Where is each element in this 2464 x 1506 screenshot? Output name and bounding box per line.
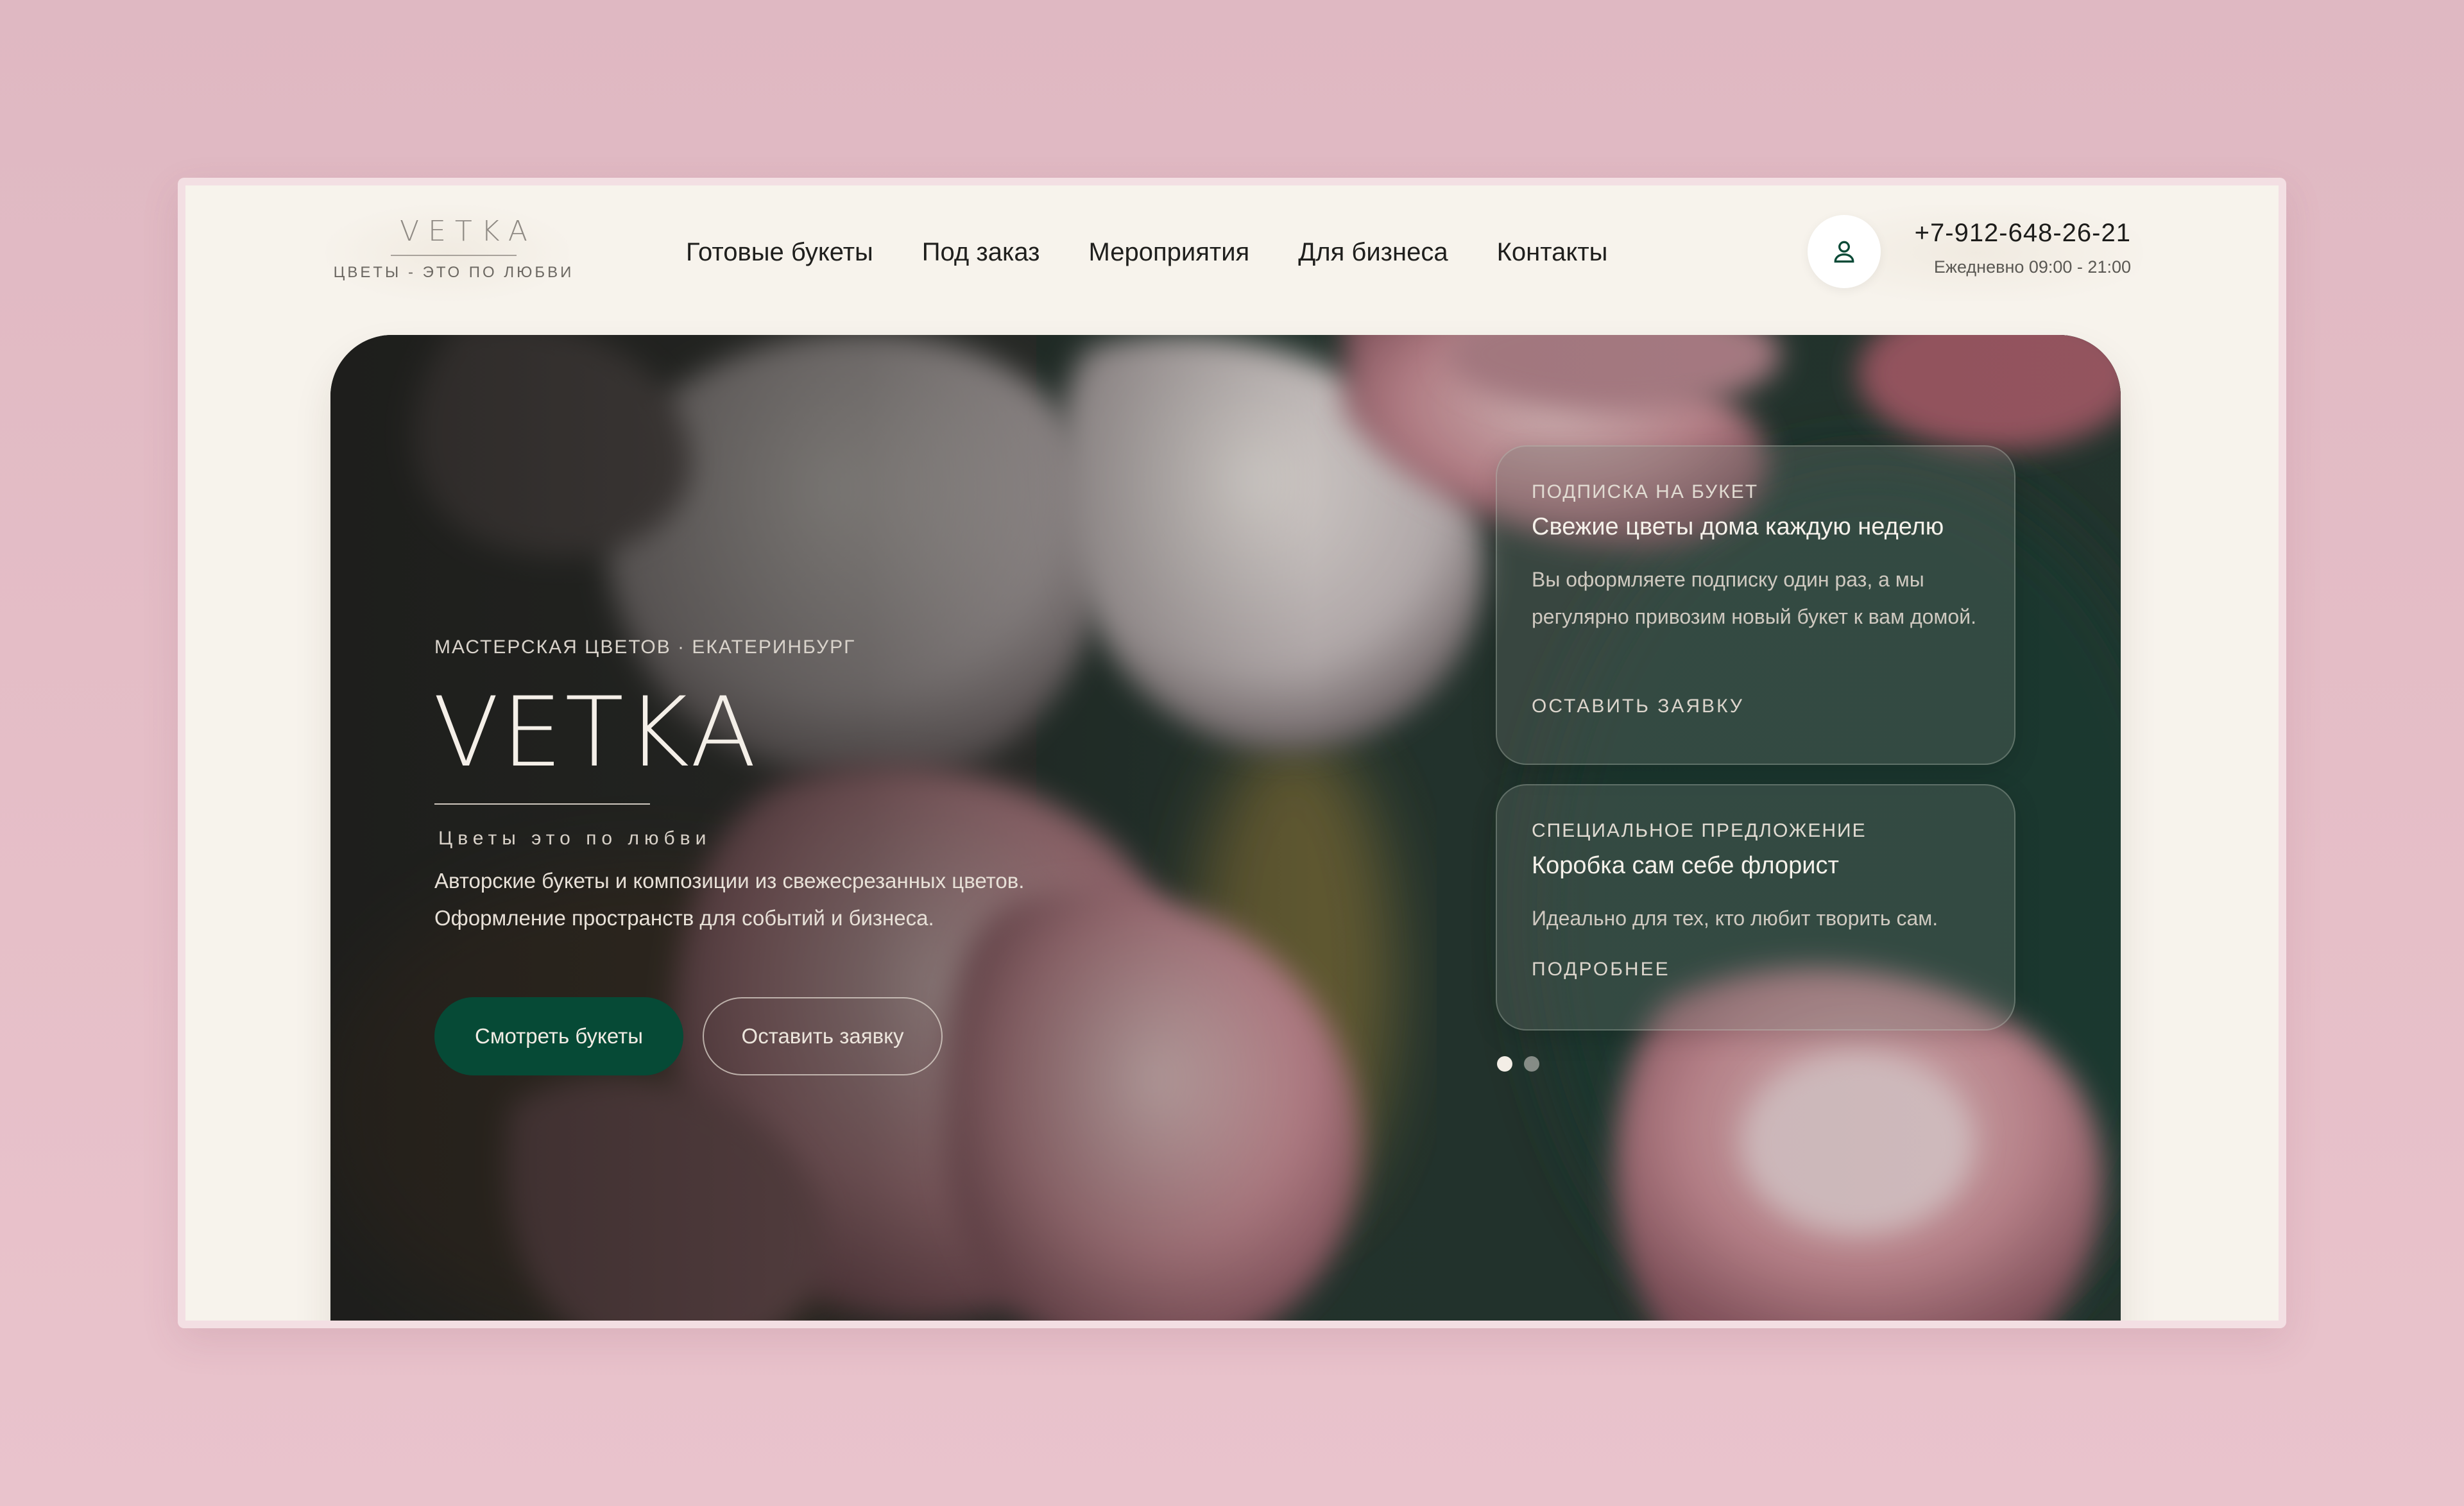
- hero-description-line: Авторские букеты и композиции из свежеср…: [434, 869, 1025, 893]
- logo-underline: [391, 255, 517, 256]
- card-title: Коробка сам себе флорист: [1532, 852, 1839, 879]
- hero-title: VETKA: [433, 677, 759, 789]
- hero-title-underline: [434, 803, 650, 805]
- carousel-dot-1[interactable]: [1497, 1056, 1512, 1072]
- special-offer-more-link[interactable]: ПОДРОБНЕЕ: [1532, 959, 1670, 980]
- card-body: Вы оформляете подписку один раз, а мы ре…: [1532, 568, 1976, 628]
- carousel-dots: [1497, 1056, 1539, 1072]
- hero-eyebrow: МАСТЕРСКАЯ ЦВЕТОВ · ЕКАТЕРИНБУРГ: [434, 637, 856, 658]
- logo-wordmark[interactable]: VETKA: [391, 215, 527, 248]
- subscription-card: ПОДПИСКА НА БУКЕТ Свежие цветы дома кажд…: [1496, 445, 2015, 765]
- working-hours: Ежедневно 09:00 - 21:00: [1933, 257, 2131, 277]
- main-nav: Готовые букеты Под заказ Мероприятия Для…: [686, 238, 1607, 277]
- hero-section: МАСТЕРСКАЯ ЦВЕТОВ · ЕКАТЕРИНБУРГ VETKA Ц…: [330, 335, 2121, 1321]
- view-bouquets-button[interactable]: Смотреть букеты: [434, 997, 683, 1075]
- leave-request-button[interactable]: Оставить заявку: [703, 997, 943, 1075]
- hero-description-line: Оформление пространств для событий и биз…: [434, 906, 934, 930]
- carousel-dot-2[interactable]: [1524, 1056, 1539, 1072]
- browser-window: VETKA ЦВЕТЫ - ЭТО ПО ЛЮБВИ Готовые букет…: [178, 178, 2286, 1328]
- nav-item-ready-bouquets[interactable]: Готовые букеты: [686, 238, 873, 277]
- nav-item-business[interactable]: Для бизнеса: [1298, 238, 1448, 277]
- user-icon: [1834, 241, 1854, 263]
- nav-item-events[interactable]: Мероприятия: [1088, 238, 1249, 277]
- card-body: Идеально для тех, кто любит творить сам.: [1532, 907, 1938, 930]
- nav-item-custom-order[interactable]: Под заказ: [922, 238, 1040, 277]
- account-button[interactable]: [1808, 215, 1881, 288]
- card-label: СПЕЦИАЛЬНОЕ ПРЕДЛОЖЕНИЕ: [1532, 820, 1867, 841]
- hero-description: Авторские букеты и композиции из свежеср…: [434, 862, 1140, 937]
- special-offer-card: СПЕЦИАЛЬНОЕ ПРЕДЛОЖЕНИЕ Коробка сам себе…: [1496, 784, 2015, 1031]
- card-label: ПОДПИСКА НА БУКЕТ: [1532, 481, 1759, 502]
- logo-tagline: ЦВЕТЫ - ЭТО ПО ЛЮБВИ: [333, 264, 574, 281]
- nav-item-contacts[interactable]: Контакты: [1497, 238, 1608, 277]
- subscription-request-link[interactable]: ОСТАВИТЬ ЗАЯВКУ: [1532, 696, 1744, 717]
- card-title: Свежие цветы дома каждую неделю: [1532, 513, 1944, 540]
- phone-number[interactable]: +7-912-648-26-21: [1900, 219, 2131, 248]
- hero-subtitle: Цветы это по любви: [438, 828, 712, 849]
